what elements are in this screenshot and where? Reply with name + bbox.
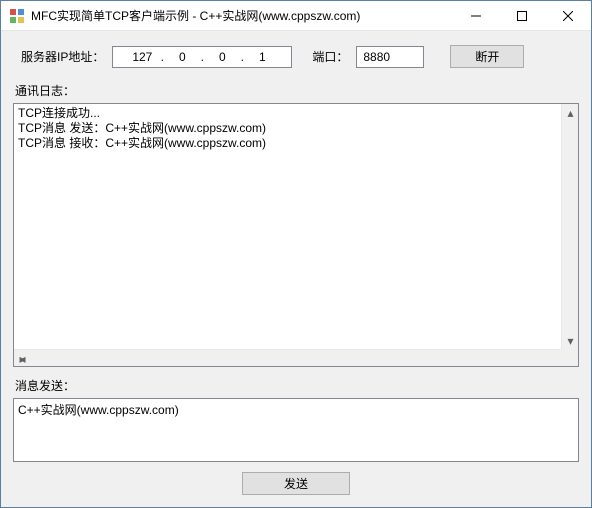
send-value: C++实战网(www.cppszw.com) bbox=[18, 403, 179, 417]
scroll-corner bbox=[561, 349, 578, 366]
scroll-down-icon[interactable]: ▾ bbox=[562, 332, 579, 349]
app-icon bbox=[9, 8, 25, 24]
disconnect-button[interactable]: 断开 bbox=[450, 45, 524, 68]
window-title: MFC实现简单TCP客户端示例 - C++实战网(www.cppszw.com) bbox=[31, 7, 453, 24]
client-area: 服务器IP地址： 127 . 0 . 0 . 1 端口： 8880 断开 通讯日… bbox=[1, 31, 591, 507]
horizontal-scrollbar[interactable]: ◂ ▸ bbox=[14, 349, 561, 366]
ip-octet-4[interactable]: 1 bbox=[245, 50, 279, 64]
maximize-button[interactable] bbox=[499, 1, 545, 30]
close-button[interactable] bbox=[545, 1, 591, 30]
minimize-button[interactable] bbox=[453, 1, 499, 30]
port-input[interactable]: 8880 bbox=[356, 46, 424, 68]
titlebar[interactable]: MFC实现简单TCP客户端示例 - C++实战网(www.cppszw.com) bbox=[1, 1, 591, 31]
ip-octet-2[interactable]: 0 bbox=[165, 50, 199, 64]
log-label: 通讯日志： bbox=[15, 82, 579, 99]
scroll-right-icon[interactable]: ▸ bbox=[14, 350, 31, 367]
vertical-scrollbar[interactable]: ▴ ▾ bbox=[561, 104, 578, 349]
send-button-row: 发送 bbox=[13, 472, 579, 495]
send-button[interactable]: 发送 bbox=[242, 472, 350, 495]
port-label: 端口： bbox=[312, 48, 348, 65]
port-value: 8880 bbox=[363, 50, 390, 64]
window-controls bbox=[453, 1, 591, 30]
log-content[interactable]: TCP连接成功... TCP消息 发送：C++实战网(www.cppszw.co… bbox=[14, 104, 578, 366]
send-textarea[interactable]: C++实战网(www.cppszw.com) bbox=[13, 398, 579, 462]
ip-octet-3[interactable]: 0 bbox=[205, 50, 239, 64]
connection-row: 服务器IP地址： 127 . 0 . 0 . 1 端口： 8880 断开 bbox=[13, 45, 579, 68]
ip-octet-1[interactable]: 127 bbox=[125, 50, 159, 64]
ip-input[interactable]: 127 . 0 . 0 . 1 bbox=[112, 46, 292, 68]
log-textarea[interactable]: TCP连接成功... TCP消息 发送：C++实战网(www.cppszw.co… bbox=[13, 103, 579, 367]
app-window: MFC实现简单TCP客户端示例 - C++实战网(www.cppszw.com)… bbox=[0, 0, 592, 508]
send-label: 消息发送： bbox=[15, 377, 579, 394]
server-ip-label: 服务器IP地址： bbox=[21, 48, 104, 65]
scroll-up-icon[interactable]: ▴ bbox=[562, 104, 579, 121]
